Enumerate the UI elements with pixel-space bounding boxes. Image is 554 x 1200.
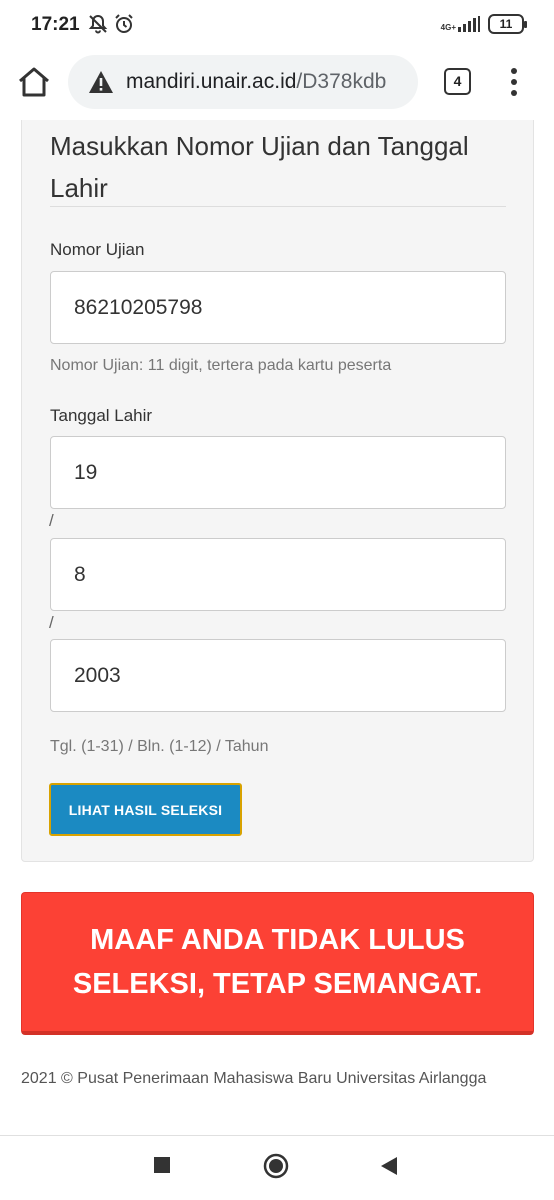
tab-count: 4: [453, 73, 462, 89]
birth-date-label: Tanggal Lahir: [50, 406, 153, 425]
battery-icon: 11: [488, 14, 527, 34]
form-title: Masukkan Nomor Ujian dan Tanggal Lahir: [50, 131, 469, 203]
url-path: /D378kdb: [296, 70, 387, 93]
status-time: 17:21: [31, 14, 80, 35]
status-bar: 17:21 4G+ 11: [0, 0, 554, 50]
back-icon[interactable]: [380, 1156, 398, 1176]
url-domain: mandiri.unair.ac.id: [126, 70, 297, 93]
network-type: 4G+: [440, 23, 456, 32]
status-right: 4G+ 11: [441, 14, 527, 34]
notifications-off-icon: [88, 14, 108, 34]
birth-year-input[interactable]: [50, 639, 506, 712]
alarm-icon: [115, 14, 133, 33]
url-bar[interactable]: mandiri.unair.ac.id/D378kdb: [68, 55, 418, 109]
exam-number-input[interactable]: [50, 271, 506, 344]
warning-icon[interactable]: [88, 70, 114, 94]
date-separator: /: [49, 511, 54, 530]
tab-switcher-button[interactable]: 4: [444, 68, 471, 95]
birth-month-input[interactable]: [50, 538, 506, 611]
battery-level: 11: [499, 17, 513, 31]
date-separator: /: [49, 613, 54, 632]
view-result-button[interactable]: LIHAT HASIL SELEKSI: [49, 783, 242, 836]
signal-icon: [458, 16, 480, 32]
search-form-panel: Masukkan Nomor Ujian dan Tanggal Lahir N…: [21, 120, 534, 862]
footer-text: 2021 © Pusat Penerimaan Mahasiswa Baru U…: [21, 1070, 487, 1087]
more-menu-icon[interactable]: [504, 66, 524, 98]
home-icon[interactable]: [16, 64, 52, 100]
result-message: MAAF ANDA TIDAK LULUS SELEKSI, TETAP SEM…: [72, 924, 483, 1000]
exam-number-help: Nomor Ujian: 11 digit, tertera pada kart…: [50, 357, 392, 374]
result-alert: MAAF ANDA TIDAK LULUS SELEKSI, TETAP SEM…: [21, 892, 534, 1035]
browser-toolbar: mandiri.unair.ac.id/D378kdb 4: [0, 50, 554, 120]
birth-date-help: Tgl. (1-31) / Bln. (1-12) / Tahun: [50, 738, 269, 755]
home-nav-icon[interactable]: [263, 1153, 289, 1179]
birth-day-input[interactable]: [50, 436, 506, 509]
url-text: mandiri.unair.ac.id/D378kdb: [126, 70, 386, 94]
exam-number-label: Nomor Ujian: [50, 240, 145, 259]
page-content: Masukkan Nomor Ujian dan Tanggal Lahir N…: [0, 120, 554, 1135]
title-divider: [50, 206, 506, 207]
signal-indicator: 4G+: [441, 16, 480, 32]
recents-icon[interactable]: [153, 1156, 171, 1174]
system-nav-bar: [0, 1135, 554, 1200]
